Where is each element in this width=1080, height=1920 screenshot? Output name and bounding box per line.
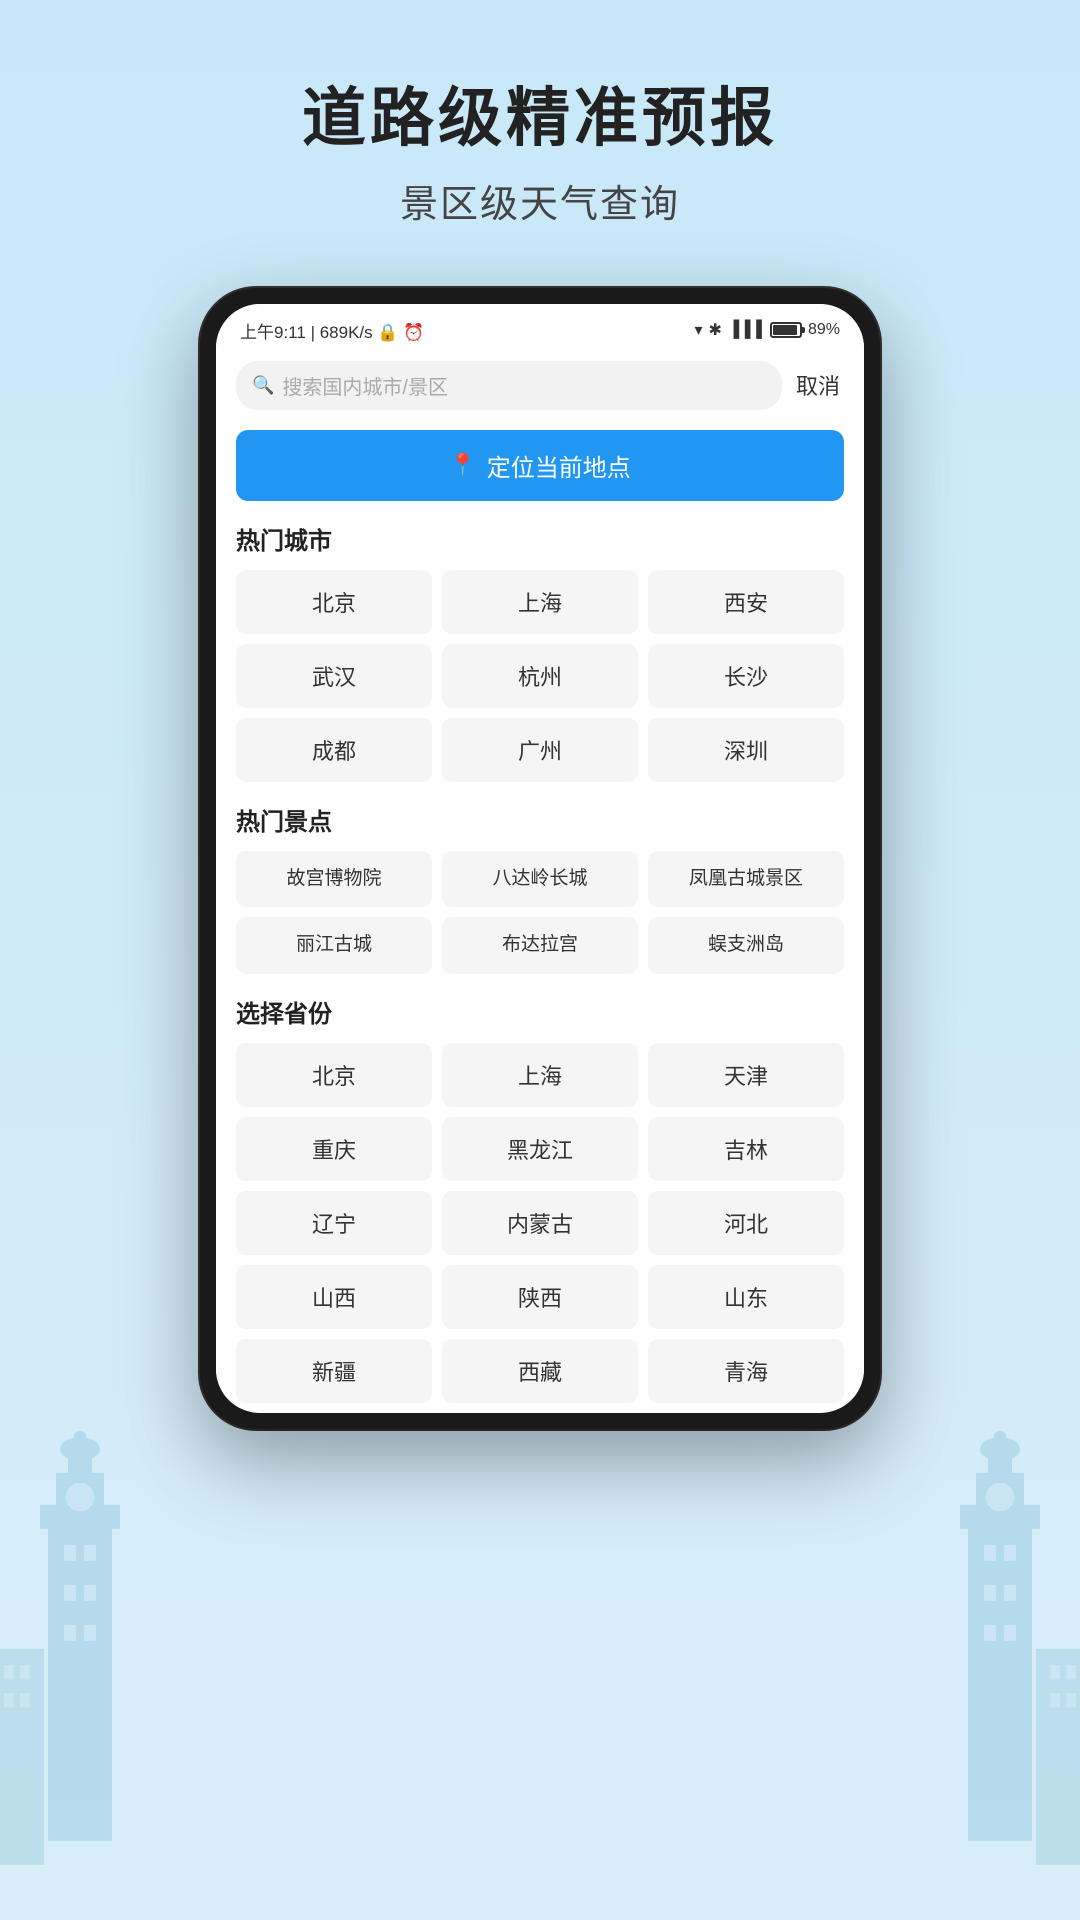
hot-city-item[interactable]: 广州 [442,718,638,782]
search-icon: 🔍 [252,375,274,396]
search-placeholder: 搜索国内城市/景区 [282,371,448,400]
location-pin-icon: 📍 [449,452,476,478]
location-button-label: 定位当前地点 [487,448,631,483]
status-time-network: 上午9:11 | 689K/s 🔒 ⏰ [240,318,424,343]
sub-title: 景区级天气查询 [0,173,1080,228]
province-item[interactable]: 陕西 [442,1265,638,1329]
main-title: 道路级精准预报 [0,80,1080,157]
search-cancel-button[interactable]: 取消 [792,369,844,401]
hot-attraction-item[interactable]: 蜈支洲岛 [648,917,844,974]
hot-city-item[interactable]: 长沙 [648,644,844,708]
phone-frame: 上午9:11 | 689K/s 🔒 ⏰ ▾ ✱ ▐▐▐ 89% [200,288,880,1429]
province-item[interactable]: 河北 [648,1191,844,1255]
bluetooth-icon: ✱ [709,320,722,340]
status-bar: 上午9:11 | 689K/s 🔒 ⏰ ▾ ✱ ▐▐▐ 89% [216,304,864,353]
signal-icon: ▐▐▐ [728,321,762,339]
lock-icon: 🔒 [377,323,398,342]
header: 道路级精准预报 景区级天气查询 [0,0,1080,268]
phone-mockup: 上午9:11 | 689K/s 🔒 ⏰ ▾ ✱ ▐▐▐ 89% [0,288,1080,1429]
province-item[interactable]: 黑龙江 [442,1117,638,1181]
province-item[interactable]: 北京 [236,1043,432,1107]
search-input-container[interactable]: 🔍 搜索国内城市/景区 [236,361,782,410]
provinces-grid: 北京上海天津重庆黑龙江吉林辽宁内蒙古河北山西陕西山东新疆西藏青海 [236,1043,844,1403]
wifi-icon: ▾ [695,320,703,340]
hot-city-item[interactable]: 深圳 [648,718,844,782]
province-item[interactable]: 西藏 [442,1339,638,1403]
hot-cities-title: 热门城市 [236,521,844,556]
province-item[interactable]: 上海 [442,1043,638,1107]
hot-attractions-grid: 故宫博物院八达岭长城凤凰古城景区丽江古城布达拉宫蜈支洲岛 [236,851,844,974]
hot-city-item[interactable]: 杭州 [442,644,638,708]
hot-city-item[interactable]: 武汉 [236,644,432,708]
province-item[interactable]: 内蒙古 [442,1191,638,1255]
provinces-title: 选择省份 [236,994,844,1029]
province-item[interactable]: 吉林 [648,1117,844,1181]
province-item[interactable]: 重庆 [236,1117,432,1181]
hot-attraction-item[interactable]: 故宫博物院 [236,851,432,908]
battery-percent: 89% [808,321,840,339]
search-bar: 🔍 搜索国内城市/景区 取消 [236,353,844,422]
province-item[interactable]: 青海 [648,1339,844,1403]
hot-attraction-item[interactable]: 凤凰古城景区 [648,851,844,908]
time-display: 上午9:11 [240,323,306,342]
hot-attractions-title: 热门景点 [236,802,844,837]
province-item[interactable]: 新疆 [236,1339,432,1403]
phone-screen: 上午9:11 | 689K/s 🔒 ⏰ ▾ ✱ ▐▐▐ 89% [216,304,864,1413]
background-buildings [0,1370,1080,1920]
hot-attraction-item[interactable]: 布达拉宫 [442,917,638,974]
location-button[interactable]: 📍 定位当前地点 [236,430,844,501]
hot-city-item[interactable]: 西安 [648,570,844,634]
province-item[interactable]: 山西 [236,1265,432,1329]
network-speed: | [311,323,320,342]
hot-attraction-item[interactable]: 丽江古城 [236,917,432,974]
province-item[interactable]: 辽宁 [236,1191,432,1255]
hot-city-item[interactable]: 成都 [236,718,432,782]
province-item[interactable]: 天津 [648,1043,844,1107]
phone-content: 🔍 搜索国内城市/景区 取消 📍 定位当前地点 热门城市 北京上海西安武汉杭州长… [216,353,864,1403]
hot-city-item[interactable]: 北京 [236,570,432,634]
province-item[interactable]: 山东 [648,1265,844,1329]
hot-city-item[interactable]: 上海 [442,570,638,634]
battery-icon [770,322,802,338]
alarm-icon: ⏰ [403,323,424,342]
status-icons: ▾ ✱ ▐▐▐ 89% [695,320,840,340]
network-speed-value: 689K/s [320,323,373,342]
hot-cities-grid: 北京上海西安武汉杭州长沙成都广州深圳 [236,570,844,782]
hot-attraction-item[interactable]: 八达岭长城 [442,851,638,908]
